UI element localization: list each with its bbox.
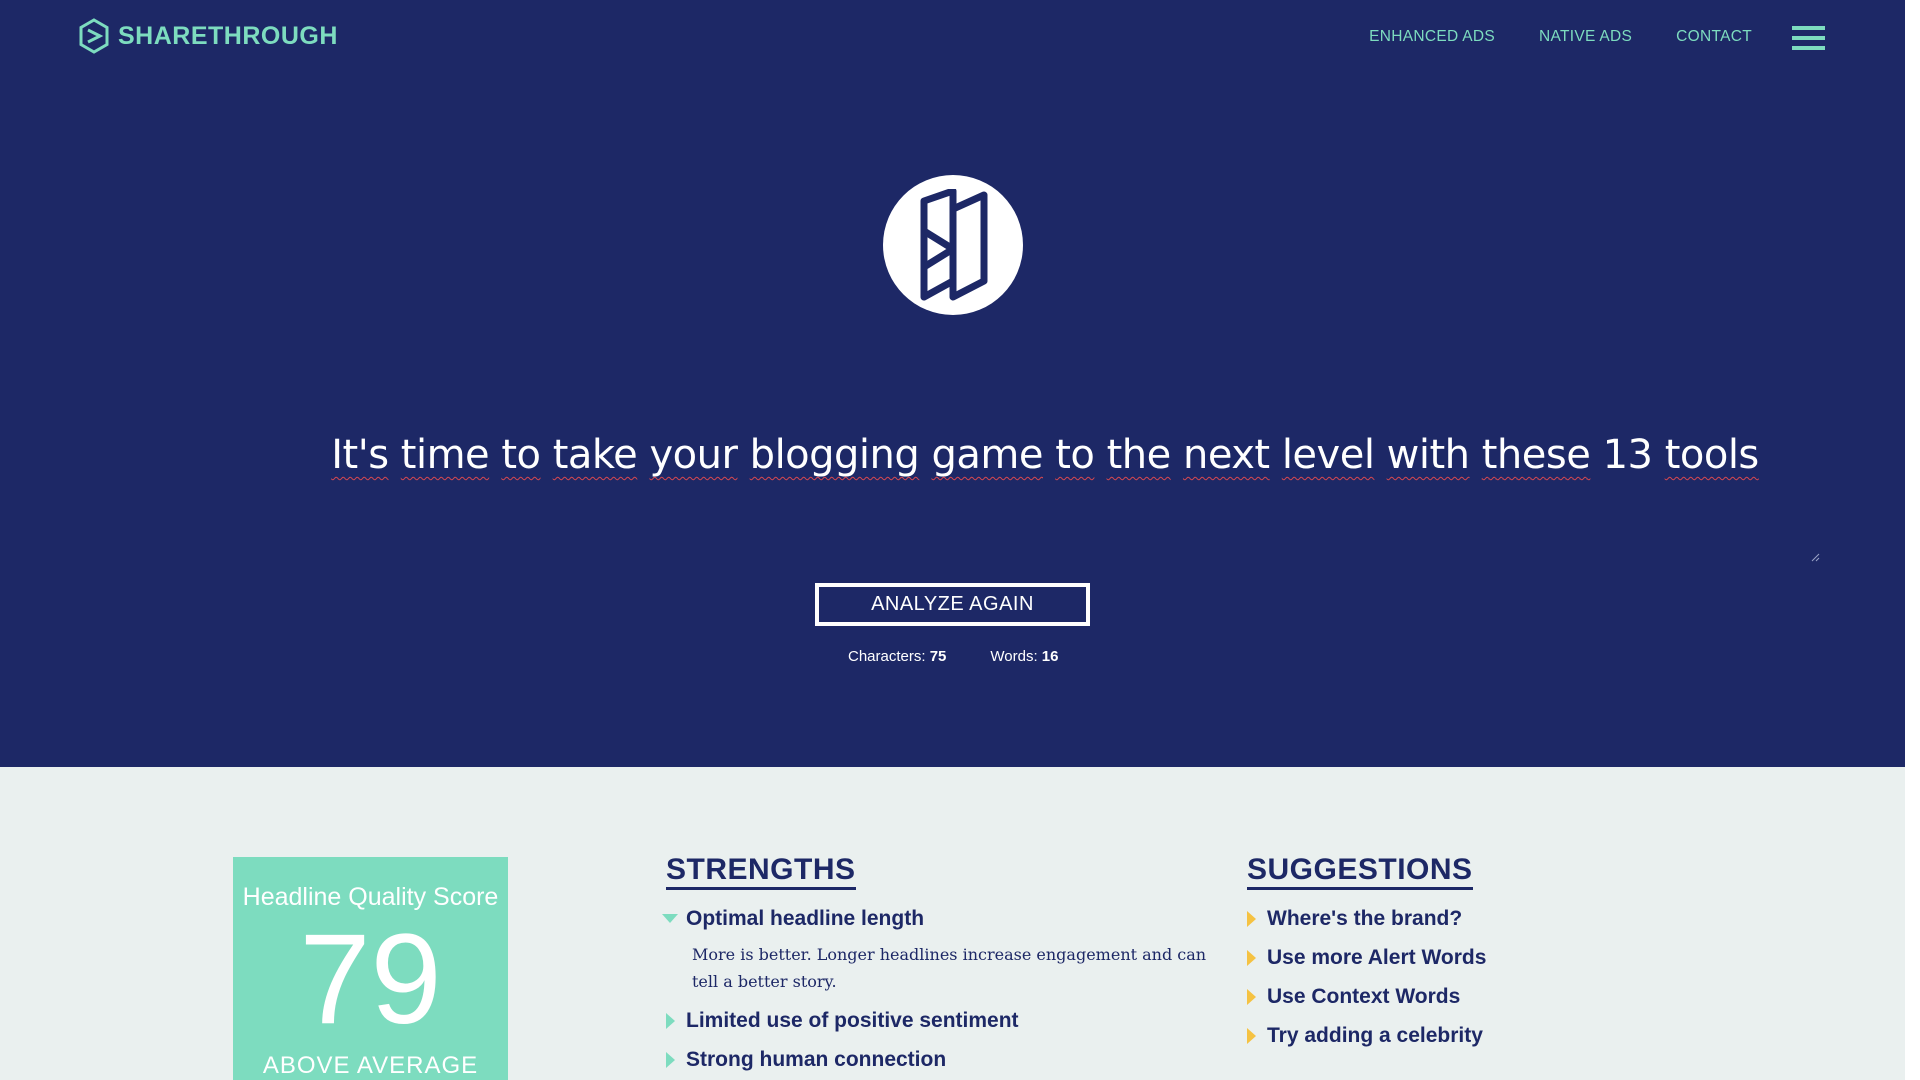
headline-text: It's time to take your blogging game to …	[270, 432, 1820, 478]
suggestion-item[interactable]: Use more Alert Words	[1241, 946, 1486, 970]
caret-right-icon	[1247, 950, 1256, 966]
resize-grip-icon[interactable]	[1810, 552, 1820, 562]
characters-count: Characters: 75	[848, 648, 947, 665]
headline-word: time	[400, 432, 490, 478]
headline-word: the	[1106, 432, 1172, 478]
headline-word: tools	[1664, 432, 1760, 478]
headline-word: level	[1281, 432, 1375, 478]
score-card: Headline Quality Score 79 ABOVE AVERAGE	[233, 857, 508, 1080]
headline-counts: Characters: 75 Words: 16	[848, 648, 1058, 665]
headline-word: these	[1481, 432, 1591, 478]
strength-item[interactable]: Strong human connection	[660, 1048, 946, 1072]
headline-word: take	[552, 432, 638, 478]
score-value: 79	[299, 908, 442, 1051]
headline-word: It's	[331, 432, 389, 478]
hero-section: SHARETHROUGH ENHANCED ADS NATIVE ADS CON…	[0, 0, 1905, 767]
headline-word: 13	[1602, 432, 1653, 478]
headline-word: game	[931, 432, 1044, 478]
strengths-heading: STRENGTHS	[666, 853, 856, 890]
caret-down-icon	[662, 914, 678, 923]
headline-word: with	[1386, 432, 1470, 478]
analyze-again-button[interactable]: ANALYZE AGAIN	[815, 583, 1090, 626]
strength-item[interactable]: Optimal headline length	[660, 907, 924, 931]
nav-native-ads[interactable]: NATIVE ADS	[1539, 28, 1632, 46]
caret-right-icon	[1247, 911, 1256, 927]
main-nav: ENHANCED ADS NATIVE ADS CONTACT	[1369, 28, 1752, 46]
score-rating: ABOVE AVERAGE	[262, 1052, 479, 1079]
suggestion-item[interactable]: Use Context Words	[1241, 985, 1460, 1009]
hamburger-menu-icon[interactable]	[1792, 26, 1825, 50]
headline-input[interactable]: It's time to take your blogging game to …	[270, 432, 1820, 562]
nav-contact[interactable]: CONTACT	[1676, 28, 1752, 46]
headline-word: next	[1182, 432, 1270, 478]
strength-item[interactable]: Limited use of positive sentiment	[660, 1009, 1019, 1033]
suggestion-item[interactable]: Try adding a celebrity	[1241, 1024, 1483, 1048]
brand-logo-link[interactable]: SHARETHROUGH	[78, 18, 338, 54]
suggestions-heading: SUGGESTIONS	[1247, 853, 1473, 890]
headline-word: your	[649, 432, 738, 478]
headline-word: blogging	[749, 432, 920, 478]
headline-word: to	[501, 432, 541, 478]
caret-right-icon	[666, 1052, 675, 1068]
brand-name: SHARETHROUGH	[118, 21, 338, 50]
strength-description: More is better. Longer headlines increas…	[692, 945, 1207, 991]
caret-right-icon	[1247, 1028, 1256, 1044]
nav-enhanced-ads[interactable]: ENHANCED ADS	[1369, 28, 1495, 46]
sharethrough-hexagon-icon	[78, 18, 110, 54]
headline-analyzer-emblem-icon	[883, 175, 1023, 315]
suggestion-item[interactable]: Where's the brand?	[1241, 907, 1462, 931]
headline-word: to	[1055, 432, 1095, 478]
page: SHARETHROUGH ENHANCED ADS NATIVE ADS CON…	[0, 0, 1905, 1080]
caret-right-icon	[666, 1013, 675, 1029]
results-section: Headline Quality Score 79 ABOVE AVERAGE …	[0, 767, 1905, 1080]
caret-right-icon	[1247, 989, 1256, 1005]
words-count: Words: 16	[990, 648, 1059, 665]
